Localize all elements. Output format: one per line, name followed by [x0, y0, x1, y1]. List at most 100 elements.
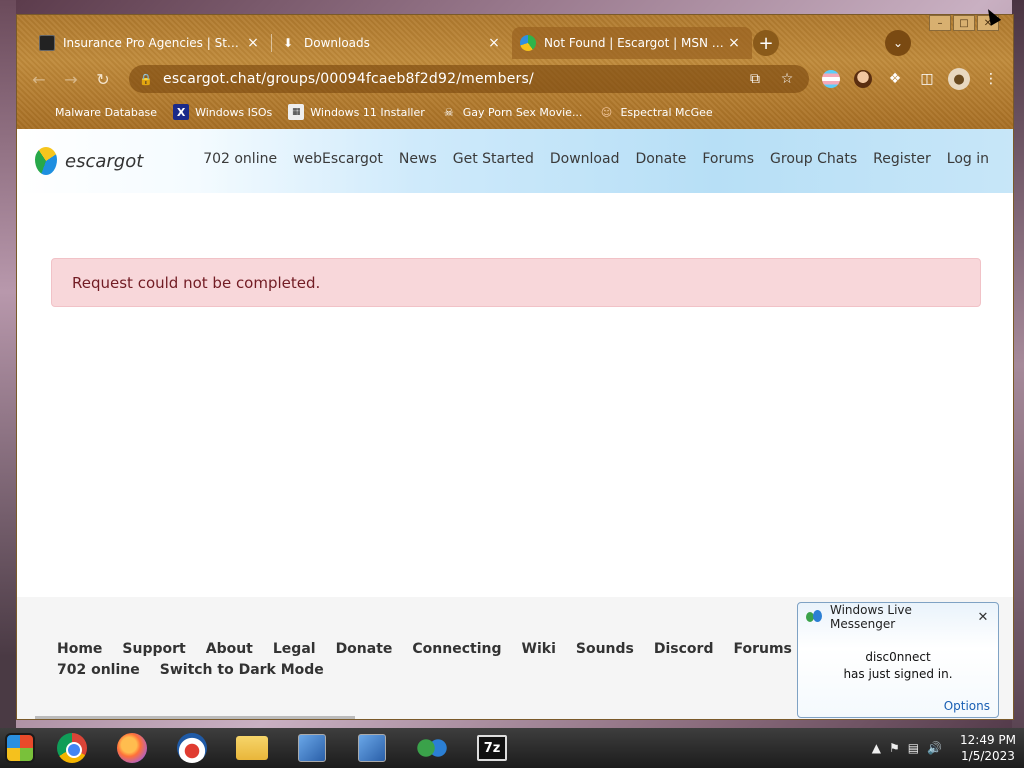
bookmark-windows-isos[interactable]: X Windows ISOs	[173, 104, 272, 120]
7zip-icon: 7z	[477, 735, 507, 761]
network-icon[interactable]: ▤	[908, 741, 919, 755]
face-icon: ☺	[600, 105, 613, 119]
bookmark-movie-site[interactable]: ☠ Gay Porn Sex Movie...	[441, 104, 583, 120]
site-header: escargot 702 online webEscargot News Get…	[17, 129, 1013, 193]
msn-buddies-icon	[417, 736, 447, 760]
puzzle-extensions-icon[interactable]: ❖	[883, 67, 907, 91]
site-nav: 702 online webEscargot News Get Started …	[203, 151, 989, 167]
escargot-logo[interactable]: escargot	[35, 147, 143, 175]
reload-icon[interactable]: ↻	[87, 65, 119, 93]
forward-arrow-icon[interactable]: →	[55, 65, 87, 93]
profile-avatar-icon[interactable]: ●	[947, 67, 971, 91]
tab-escargot-not-found[interactable]: Not Found | Escargot | MSN Me... ×	[512, 27, 752, 59]
ipa-favicon-icon	[39, 35, 55, 51]
notification-body: disc0nnect has just signed in.	[798, 649, 998, 683]
window-icon: ▦	[288, 104, 305, 120]
tab-insurance[interactable]: Insurance Pro Agencies | Start a ×	[31, 27, 271, 59]
clock-time: 12:49 PM	[960, 733, 1016, 747]
bookmark-label: Malware Database	[55, 105, 158, 119]
lock-icon[interactable]: 🔒	[139, 73, 153, 86]
taskbar-installer-2[interactable]	[344, 728, 400, 768]
url-text[interactable]: escargot.chat/groups/00094fcaeb8f2d92/me…	[163, 71, 735, 87]
footer-about[interactable]: About	[206, 639, 253, 660]
taskbar-installer-1[interactable]	[284, 728, 340, 768]
taskbar-file-explorer[interactable]	[224, 728, 280, 768]
nav-group-chats[interactable]: Group Chats	[770, 151, 857, 167]
notification-header: Windows Live Messenger ✕	[798, 603, 998, 631]
minimize-button[interactable]: –	[929, 15, 951, 31]
footer-legal[interactable]: Legal	[273, 639, 316, 660]
system-tray: ▲ ⚑ ▤ 🔊 12:49 PM 1/5/2023	[872, 728, 1016, 768]
footer-wiki[interactable]: Wiki	[522, 639, 556, 660]
footer-home[interactable]: Home	[57, 639, 102, 660]
taskbar-firefox[interactable]	[104, 728, 160, 768]
footer-sounds[interactable]: Sounds	[576, 639, 634, 660]
tab-downloads[interactable]: ⬇ Downloads ×	[272, 27, 512, 59]
back-arrow-icon[interactable]: ←	[23, 65, 55, 93]
error-alert: Request could not be completed.	[51, 258, 981, 307]
nav-download[interactable]: Download	[550, 151, 620, 167]
bookmark-label: Windows 11 Installer	[310, 105, 425, 119]
footer-links: Home Support About Legal Donate Connecti…	[57, 639, 877, 681]
taskbar-msn[interactable]	[404, 728, 460, 768]
obama-logo-icon	[177, 733, 207, 763]
firefox-icon	[117, 733, 147, 763]
nav-log-in[interactable]: Log in	[947, 151, 989, 167]
footer-connecting[interactable]: Connecting	[412, 639, 501, 660]
share-icon[interactable]: ⧉	[743, 71, 767, 87]
tab-title: Insurance Pro Agencies | Start a	[63, 36, 245, 50]
browser-chrome: – □ ✕ Insurance Pro Agencies | Start a ×…	[17, 15, 1013, 129]
footer-dark-mode-toggle[interactable]: Switch to Dark Mode	[160, 660, 324, 681]
bookmark-windows-11-installer[interactable]: ▦ Windows 11 Installer	[288, 104, 425, 120]
start-button[interactable]	[0, 728, 40, 768]
show-hidden-icons-icon[interactable]: ▲	[872, 741, 881, 755]
nav-forums[interactable]: Forums	[702, 151, 754, 167]
bookmark-star-icon[interactable]: ☆	[775, 71, 799, 87]
close-icon[interactable]: ✕	[976, 610, 990, 625]
tab-search-button[interactable]: ⌄	[885, 30, 911, 56]
close-tab-icon[interactable]: ×	[245, 35, 261, 51]
face-extension-icon[interactable]	[851, 67, 875, 91]
extension-area: ❖ ◫ ● ⋮	[819, 67, 1003, 91]
nav-get-started[interactable]: Get Started	[453, 151, 534, 167]
nav-register[interactable]: Register	[873, 151, 931, 167]
footer-online-count[interactable]: 702 online	[57, 660, 140, 681]
close-tab-icon[interactable]: ×	[486, 35, 502, 51]
flag-icon[interactable]: ⚑	[889, 741, 900, 755]
horizontal-scrollbar[interactable]	[35, 716, 355, 719]
kebab-menu-icon[interactable]: ⋮	[979, 67, 1003, 91]
tab-title: Downloads	[304, 36, 370, 50]
browser-toolbar: ← → ↻ 🔒 escargot.chat/groups/00094fcaeb8…	[17, 63, 1013, 95]
desktop-background-left	[0, 0, 16, 730]
taskbar-obama[interactable]	[164, 728, 220, 768]
maximize-button[interactable]: □	[953, 15, 975, 31]
footer-discord[interactable]: Discord	[654, 639, 714, 660]
chrome-icon	[57, 733, 87, 763]
bookmark-malware-database[interactable]: Malware Database	[33, 104, 157, 120]
nav-webescargot[interactable]: webEscargot	[293, 151, 383, 167]
footer-forums[interactable]: Forums	[733, 639, 791, 660]
new-tab-button[interactable]: +	[753, 30, 779, 56]
footer-support[interactable]: Support	[122, 639, 185, 660]
close-tab-icon[interactable]: ×	[726, 35, 742, 51]
bookmark-label: Gay Porn Sex Movie...	[462, 105, 583, 119]
taskbar-7zip[interactable]: 7z	[464, 728, 520, 768]
address-bar[interactable]: 🔒 escargot.chat/groups/00094fcaeb8f2d92/…	[129, 65, 809, 93]
side-panel-icon[interactable]: ◫	[915, 67, 939, 91]
bookmark-espectral-mcgee[interactable]: ☺ Espectral McGee	[598, 104, 713, 120]
volume-icon[interactable]: 🔊	[927, 741, 942, 755]
notification-options-link[interactable]: Options	[944, 699, 990, 713]
bookmarks-bar: Malware Database X Windows ISOs ▦ Window…	[17, 99, 1013, 125]
nav-online-count[interactable]: 702 online	[203, 151, 277, 167]
messenger-notification[interactable]: Windows Live Messenger ✕ disc0nnect has …	[797, 602, 999, 718]
trans-flag-extension-icon[interactable]	[819, 67, 843, 91]
taskbar-chrome[interactable]	[44, 728, 100, 768]
clock[interactable]: 12:49 PM 1/5/2023	[960, 732, 1016, 764]
nav-donate[interactable]: Donate	[635, 151, 686, 167]
installer-icon	[358, 734, 386, 762]
nav-news[interactable]: News	[399, 151, 437, 167]
notification-user: disc0nnect	[865, 650, 931, 664]
tab-title: Not Found | Escargot | MSN Me...	[544, 36, 726, 50]
footer-donate[interactable]: Donate	[336, 639, 393, 660]
bookmark-icon	[33, 104, 49, 120]
